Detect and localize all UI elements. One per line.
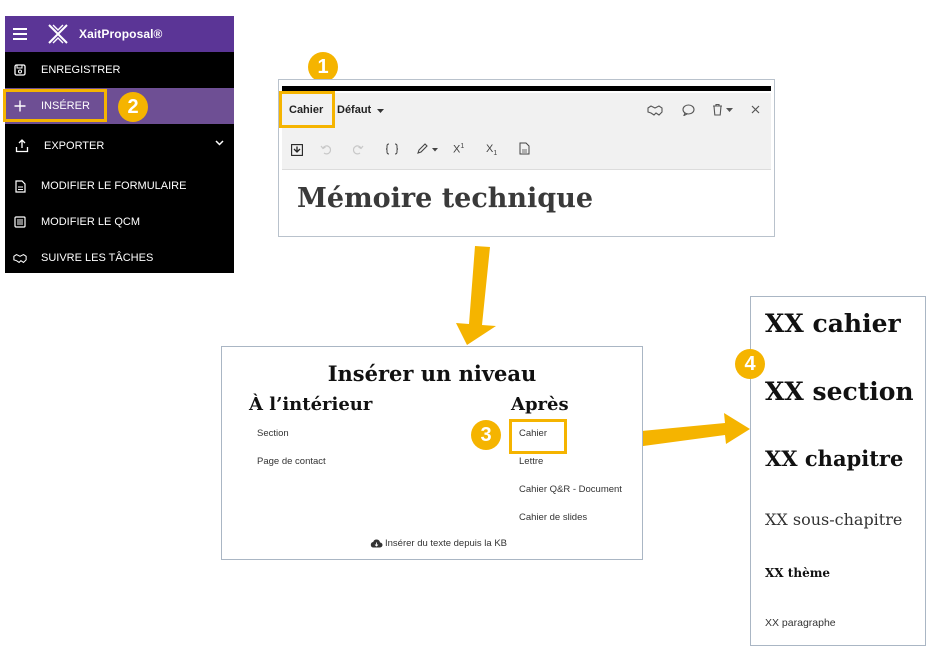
- kb-insert-link[interactable]: Insérer du texte depuis la KB: [370, 538, 507, 549]
- step-badge-3: 3: [471, 420, 501, 450]
- after-option-qr-document[interactable]: Cahier Q&R - Document: [519, 484, 622, 495]
- level-chapitre: XX chapitre: [765, 446, 904, 471]
- after-option-lettre[interactable]: Lettre: [519, 456, 543, 467]
- inside-heading: À l’intérieur: [249, 394, 373, 415]
- arrow-down: [456, 246, 496, 345]
- after-heading: Après: [511, 394, 569, 415]
- dialog-title: Insérer un niveau: [327, 361, 537, 386]
- level-paragraphe: XX paragraphe: [765, 617, 836, 629]
- kb-link-label: Insérer du texte depuis la KB: [385, 538, 507, 549]
- cahier-option-highlight: [509, 419, 567, 454]
- inside-option-contact-page[interactable]: Page de contact: [257, 456, 326, 467]
- level-theme: XX thème: [765, 566, 831, 580]
- cloud-download-icon: [370, 539, 383, 548]
- insert-level-dialog: Insérer un niveau À l’intérieur Après Se…: [221, 346, 643, 560]
- level-cahier: XX cahier: [765, 309, 901, 338]
- inside-option-section[interactable]: Section: [257, 428, 289, 439]
- step-badge-4: 4: [735, 349, 765, 379]
- level-sous-chapitre: XX sous-chapitre: [765, 510, 903, 529]
- level-section: XX section: [765, 377, 914, 406]
- after-option-slides[interactable]: Cahier de slides: [519, 512, 587, 523]
- levels-panel: XX cahier XX section XX chapitre XX sous…: [750, 296, 926, 646]
